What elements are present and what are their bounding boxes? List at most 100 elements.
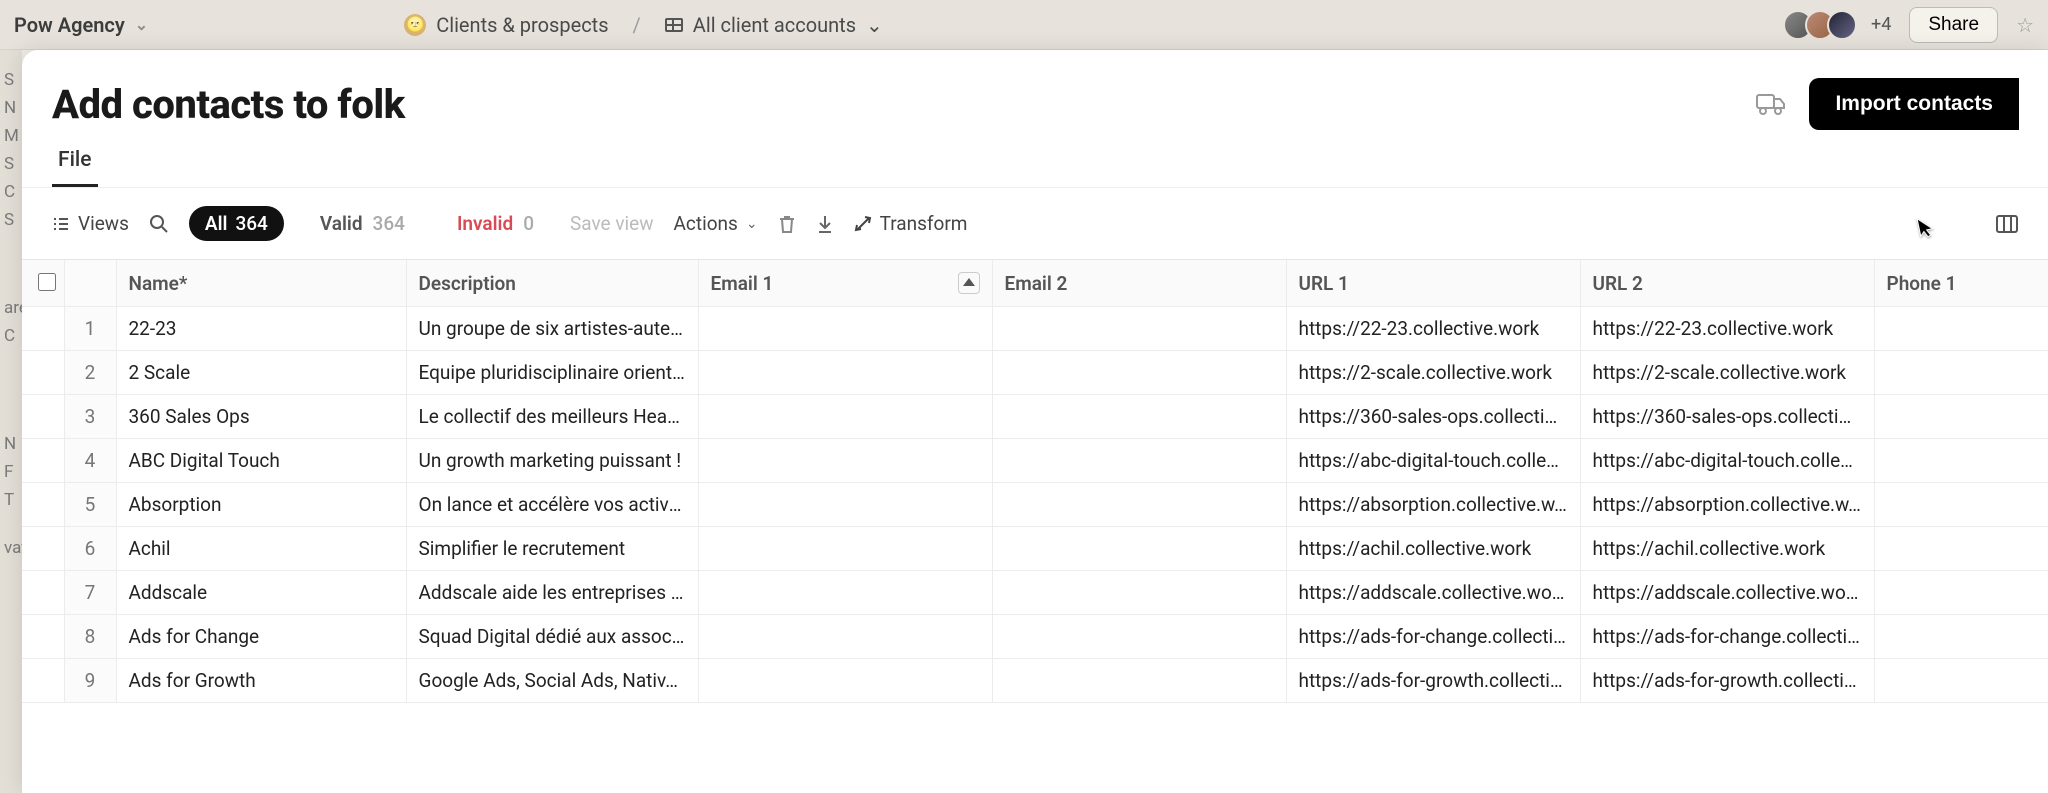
cell-email2[interactable] <box>992 571 1286 615</box>
cell-description[interactable]: Squad Digital dédié aux associ… <box>406 615 698 659</box>
table-row[interactable]: 4ABC Digital TouchUn growth marketing pu… <box>22 439 2048 483</box>
cell-phone1[interactable] <box>1874 395 2048 439</box>
col-phone1[interactable]: Phone 1 <box>1874 260 2048 307</box>
transform-button[interactable]: Transform <box>854 212 968 235</box>
table-row[interactable]: 8Ads for ChangeSquad Digital dédié aux a… <box>22 615 2048 659</box>
cell-url2[interactable]: https://2-scale.collective.work <box>1580 351 1874 395</box>
cell-name[interactable]: 2 Scale <box>116 351 406 395</box>
breadcrumb-view[interactable]: All client accounts ⌄ <box>659 9 889 41</box>
col-url1[interactable]: URL 1 <box>1286 260 1580 307</box>
cell-email1[interactable] <box>698 571 992 615</box>
select-all-checkbox[interactable] <box>38 273 56 291</box>
cell-description[interactable]: Simplifier le recrutement <box>406 527 698 571</box>
columns-icon[interactable] <box>1996 215 2018 233</box>
cell-description[interactable]: Google Ads, Social Ads, Nativ… <box>406 659 698 703</box>
cell-name[interactable]: Ads for Growth <box>116 659 406 703</box>
views-button[interactable]: Views <box>52 212 129 235</box>
cell-email1[interactable] <box>698 659 992 703</box>
cell-url2[interactable]: https://absorption.collective.w… <box>1580 483 1874 527</box>
import-contacts-button[interactable]: Import contacts <box>1809 78 2019 130</box>
row-select-cell[interactable] <box>22 395 64 439</box>
row-select-cell[interactable] <box>22 571 64 615</box>
cell-name[interactable]: Absorption <box>116 483 406 527</box>
filter-valid[interactable]: Valid 364 <box>304 206 421 241</box>
cell-phone1[interactable] <box>1874 307 2048 351</box>
row-select-cell[interactable] <box>22 351 64 395</box>
cell-description[interactable]: Un groupe de six artistes-aute… <box>406 307 698 351</box>
avatar-overflow-count[interactable]: +4 <box>1871 14 1891 35</box>
cell-description[interactable]: Addscale aide les entreprises … <box>406 571 698 615</box>
cell-url2[interactable]: https://ads-for-change.collecti… <box>1580 615 1874 659</box>
cell-email1[interactable] <box>698 395 992 439</box>
cell-name[interactable]: Ads for Change <box>116 615 406 659</box>
cell-email1[interactable] <box>698 351 992 395</box>
sort-asc-icon[interactable] <box>958 272 980 294</box>
table-row[interactable]: 9Ads for GrowthGoogle Ads, Social Ads, N… <box>22 659 2048 703</box>
cell-email2[interactable] <box>992 483 1286 527</box>
star-icon[interactable]: ☆ <box>2016 13 2034 37</box>
row-select-cell[interactable] <box>22 659 64 703</box>
table-row[interactable]: 5AbsorptionOn lance et accélère vos acti… <box>22 483 2048 527</box>
cell-email2[interactable] <box>992 395 1286 439</box>
filter-all[interactable]: All 364 <box>189 206 284 241</box>
cell-url1[interactable]: https://abc-digital-touch.colle… <box>1286 439 1580 483</box>
cell-url2[interactable]: https://360-sales-ops.collecti… <box>1580 395 1874 439</box>
cell-description[interactable]: Un growth marketing puissant ! <box>406 439 698 483</box>
cell-url2[interactable]: https://abc-digital-touch.colle… <box>1580 439 1874 483</box>
filter-invalid[interactable]: Invalid 0 <box>441 206 550 241</box>
cell-email1[interactable] <box>698 483 992 527</box>
cell-phone1[interactable] <box>1874 483 2048 527</box>
col-email2[interactable]: Email 2 <box>992 260 1286 307</box>
workspace-switcher[interactable]: Pow Agency ⌄ <box>14 13 148 37</box>
cell-description[interactable]: On lance et accélère vos activi… <box>406 483 698 527</box>
cell-description[interactable]: Equipe pluridisciplinaire orient… <box>406 351 698 395</box>
share-button[interactable]: Share <box>1909 7 1998 43</box>
cell-phone1[interactable] <box>1874 615 2048 659</box>
cell-email2[interactable] <box>992 659 1286 703</box>
cell-url1[interactable]: https://22-23.collective.work <box>1286 307 1580 351</box>
col-description[interactable]: Description <box>406 260 698 307</box>
cell-url1[interactable]: https://absorption.collective.w… <box>1286 483 1580 527</box>
cell-email1[interactable] <box>698 439 992 483</box>
cell-phone1[interactable] <box>1874 527 2048 571</box>
cell-email2[interactable] <box>992 439 1286 483</box>
cell-email2[interactable] <box>992 527 1286 571</box>
table-row[interactable]: 122-23Un groupe de six artistes-aute…htt… <box>22 307 2048 351</box>
table-row[interactable]: 3360 Sales OpsLe collectif des meilleurs… <box>22 395 2048 439</box>
cell-email2[interactable] <box>992 615 1286 659</box>
table-row[interactable]: 22 ScaleEquipe pluridisciplinaire orient… <box>22 351 2048 395</box>
cell-email1[interactable] <box>698 615 992 659</box>
cell-url2[interactable]: https://achil.collective.work <box>1580 527 1874 571</box>
cell-url2[interactable]: https://ads-for-growth.collecti… <box>1580 659 1874 703</box>
cell-email1[interactable] <box>698 307 992 351</box>
breadcrumb-clients[interactable]: 🌝 Clients & prospects <box>398 9 614 41</box>
presence-avatars[interactable] <box>1791 10 1857 40</box>
cell-url1[interactable]: https://ads-for-growth.collecti… <box>1286 659 1580 703</box>
col-url2[interactable]: URL 2 <box>1580 260 1874 307</box>
actions-menu[interactable]: Actions ⌄ <box>674 212 758 235</box>
tab-file[interactable]: File <box>52 140 98 187</box>
table-row[interactable]: 7AddscaleAddscale aide les entreprises …… <box>22 571 2048 615</box>
cell-name[interactable]: 22-23 <box>116 307 406 351</box>
cell-name[interactable]: 360 Sales Ops <box>116 395 406 439</box>
search-icon[interactable] <box>149 214 169 234</box>
row-select-cell[interactable] <box>22 483 64 527</box>
row-select-cell[interactable] <box>22 615 64 659</box>
cell-email1[interactable] <box>698 527 992 571</box>
row-select-cell[interactable] <box>22 439 64 483</box>
cell-url1[interactable]: https://2-scale.collective.work <box>1286 351 1580 395</box>
col-email1[interactable]: Email 1 <box>698 260 992 307</box>
cell-name[interactable]: Achil <box>116 527 406 571</box>
data-grid[interactable]: Name* Description Email 1 Email 2 URL 1 … <box>22 259 2048 793</box>
row-select-cell[interactable] <box>22 527 64 571</box>
row-select-cell[interactable] <box>22 307 64 351</box>
cell-name[interactable]: Addscale <box>116 571 406 615</box>
cell-phone1[interactable] <box>1874 659 2048 703</box>
delete-icon[interactable] <box>778 214 796 234</box>
cell-phone1[interactable] <box>1874 571 2048 615</box>
cell-url1[interactable]: https://360-sales-ops.collecti… <box>1286 395 1580 439</box>
cell-email2[interactable] <box>992 307 1286 351</box>
cell-url1[interactable]: https://achil.collective.work <box>1286 527 1580 571</box>
cell-url2[interactable]: https://22-23.collective.work <box>1580 307 1874 351</box>
col-name[interactable]: Name* <box>116 260 406 307</box>
